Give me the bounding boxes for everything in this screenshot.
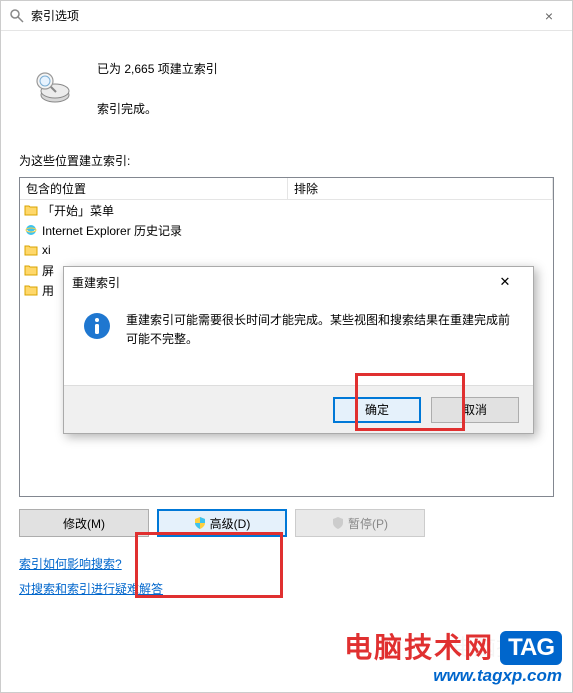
watermark-tag: TAG bbox=[500, 631, 562, 665]
status-row: 已为 2,665 项建立索引 索引完成。 bbox=[19, 59, 554, 120]
watermark-url: www.tagxp.com bbox=[344, 667, 562, 686]
list-item[interactable]: xi bbox=[20, 240, 553, 260]
ie-icon bbox=[24, 223, 38, 237]
shield-icon bbox=[332, 517, 344, 529]
window-title: 索引选项 bbox=[31, 7, 534, 24]
watermark: 电脑技术网 TAG www.tagxp.com bbox=[344, 631, 562, 686]
info-icon bbox=[82, 311, 112, 341]
search-icon bbox=[9, 8, 25, 24]
watermark-cn: 电脑技术网 bbox=[344, 633, 494, 664]
pause-button: 暂停(P) bbox=[295, 509, 425, 537]
list-item-label: 用 bbox=[42, 282, 54, 299]
ok-button[interactable]: 确定 bbox=[333, 397, 421, 423]
rebuild-index-dialog: 重建索引 ✕ 重建索引可能需要很长时间才能完成。某些视图和搜索结果在重建完成前可… bbox=[63, 266, 534, 434]
close-button[interactable]: × bbox=[534, 1, 564, 31]
indexed-count: 已为 2,665 项建立索引 bbox=[97, 59, 218, 81]
folder-icon bbox=[24, 243, 38, 257]
advanced-button[interactable]: 高级(D) bbox=[157, 509, 287, 537]
shield-icon bbox=[194, 517, 206, 529]
list-header: 包含的位置 排除 bbox=[20, 178, 553, 200]
status-text: 已为 2,665 项建立索引 索引完成。 bbox=[97, 59, 218, 120]
drive-search-icon bbox=[33, 67, 73, 107]
folder-icon bbox=[24, 283, 38, 297]
button-row: 修改(M) 高级(D) 暂停(P) bbox=[19, 509, 554, 537]
dialog-body: 重建索引可能需要很长时间才能完成。某些视图和搜索结果在重建完成前可能不完整。 bbox=[64, 297, 533, 348]
dialog-footer: 确定 取消 bbox=[64, 385, 533, 433]
dialog-message: 重建索引可能需要很长时间才能完成。某些视图和搜索结果在重建完成前可能不完整。 bbox=[126, 311, 515, 348]
impact-link[interactable]: 索引如何影响搜索? bbox=[19, 555, 122, 572]
folder-icon bbox=[24, 263, 38, 277]
list-item-label: 屏 bbox=[42, 262, 54, 279]
indexing-options-window: 索引选项 × 已为 2,665 项建立索引 索引完成。 为这些位置建立索引: bbox=[0, 0, 573, 693]
indexing-complete: 索引完成。 bbox=[97, 99, 218, 121]
column-exclude[interactable]: 排除 bbox=[288, 178, 553, 199]
column-include[interactable]: 包含的位置 bbox=[20, 178, 288, 199]
list-item-label: 「开始」菜单 bbox=[42, 202, 114, 219]
folder-icon bbox=[24, 203, 38, 217]
list-item-label: Internet Explorer 历史记录 bbox=[42, 222, 182, 239]
dialog-close-button[interactable]: ✕ bbox=[485, 268, 525, 296]
list-item[interactable]: 「开始」菜单 bbox=[20, 200, 553, 220]
troubleshoot-link[interactable]: 对搜索和索引进行疑难解答 bbox=[19, 580, 163, 597]
locations-label: 为这些位置建立索引: bbox=[19, 152, 554, 169]
link-row: 索引如何影响搜索? 对搜索和索引进行疑难解答 bbox=[19, 555, 554, 605]
cancel-button[interactable]: 取消 bbox=[431, 397, 519, 423]
dialog-titlebar: 重建索引 ✕ bbox=[64, 267, 533, 297]
dialog-title: 重建索引 bbox=[72, 274, 485, 291]
list-item-label: xi bbox=[42, 243, 51, 257]
titlebar: 索引选项 × bbox=[1, 1, 572, 31]
modify-button[interactable]: 修改(M) bbox=[19, 509, 149, 537]
list-item[interactable]: Internet Explorer 历史记录 bbox=[20, 220, 553, 240]
